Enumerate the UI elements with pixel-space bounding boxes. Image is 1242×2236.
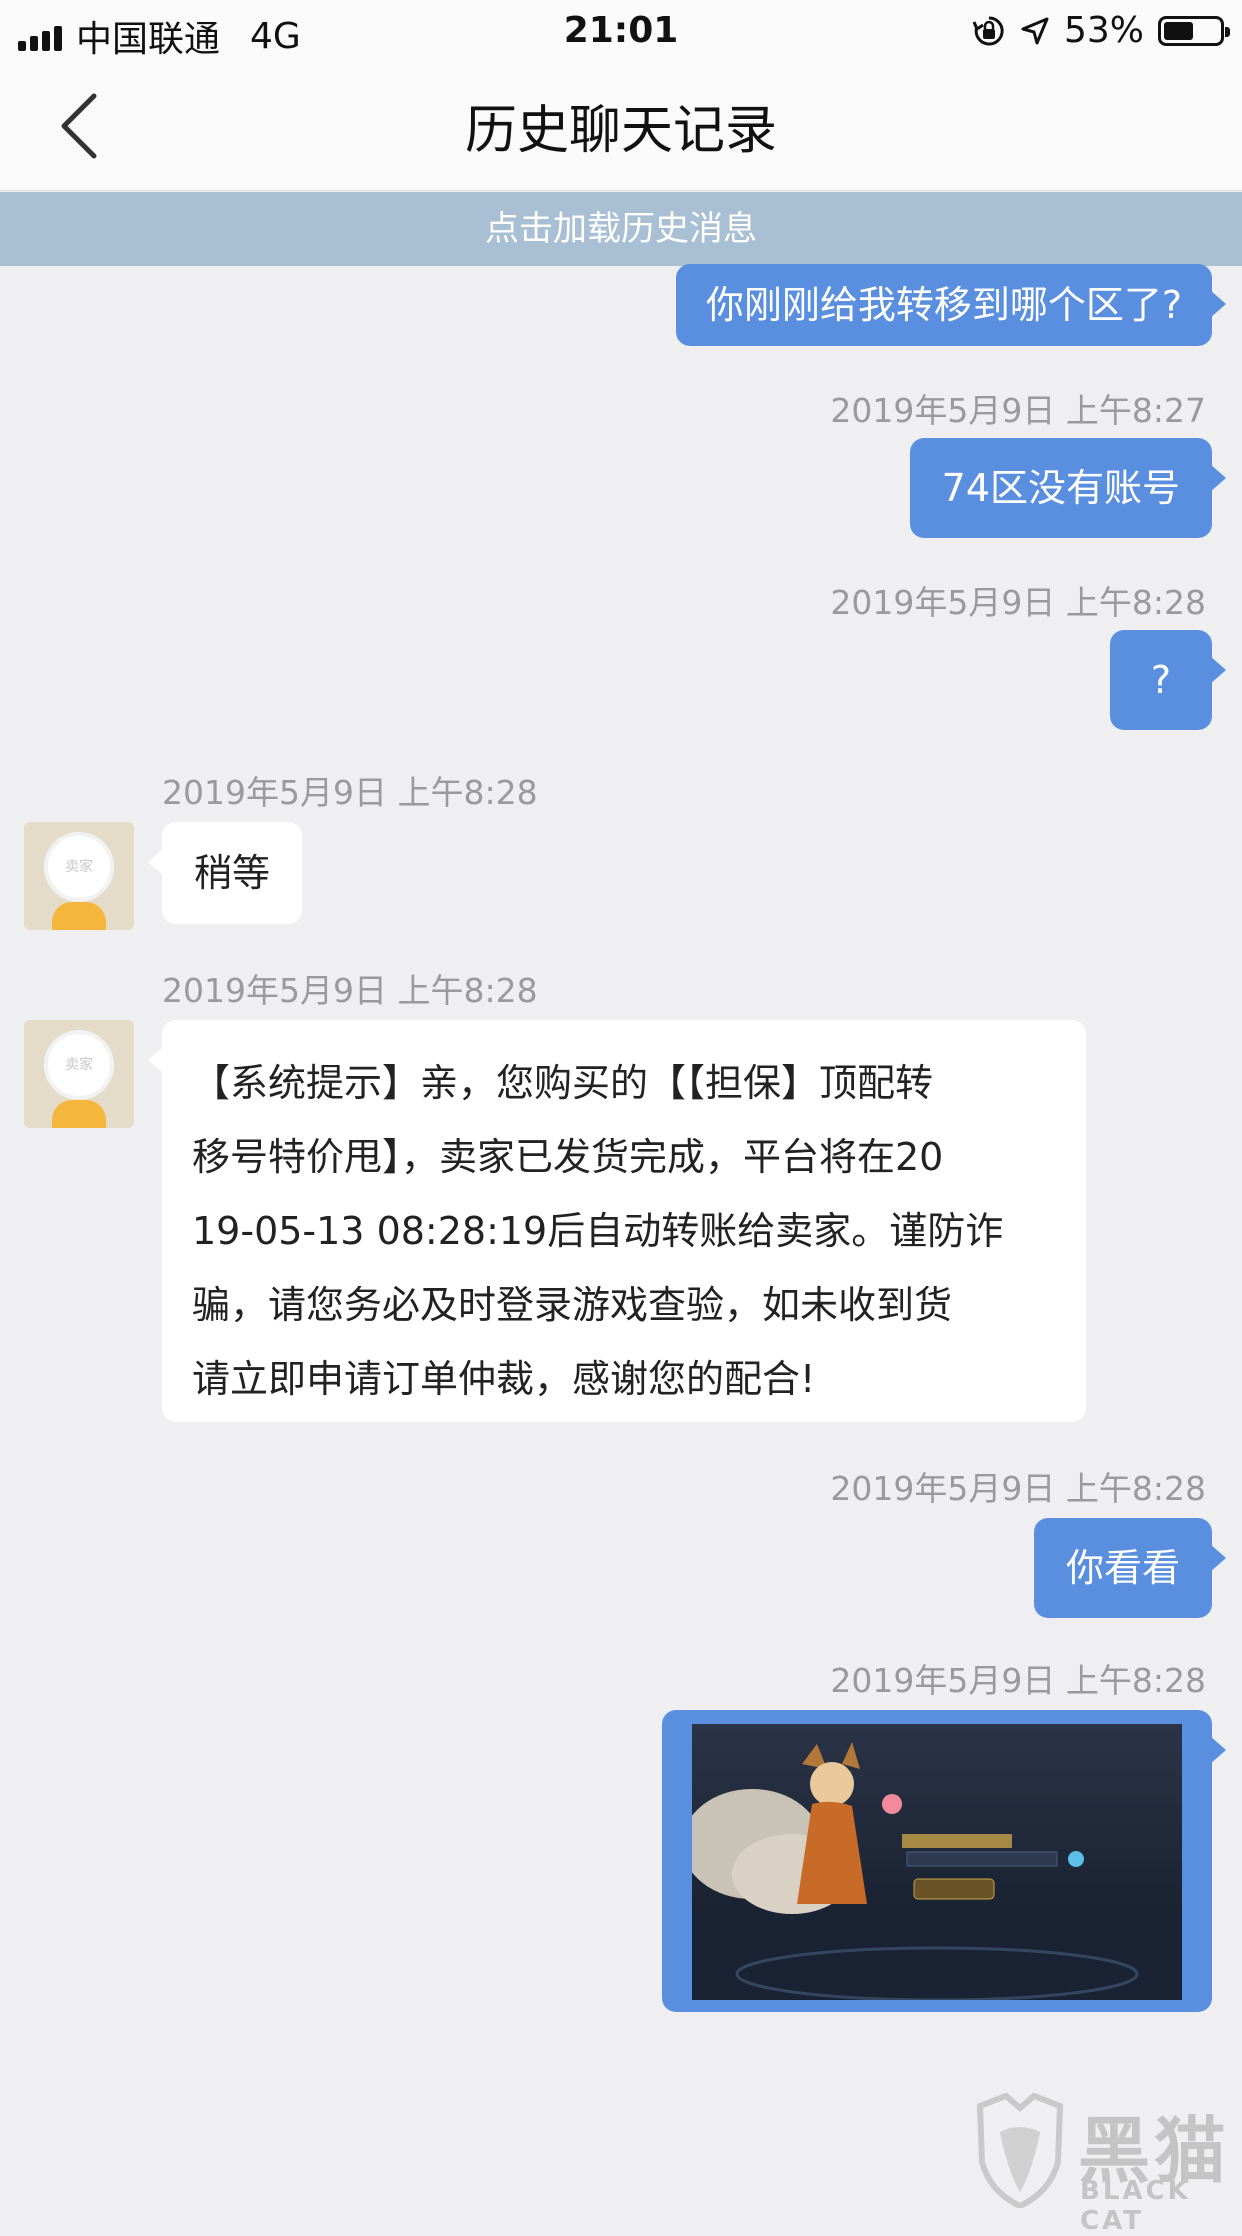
avatar-label: 卖家 [44,1030,114,1100]
message-bubble-outgoing[interactable]: ? [1110,630,1226,730]
watermark-subtext: BLACK CAT [1080,2176,1191,2236]
message-timestamp: 2019年5月9日 上午8:28 [830,583,1206,622]
message-bubble-outgoing[interactable]: 你看看 [1033,1518,1227,1618]
message-line: 19-05-13 08:28:19后自动转账给卖家。谨防诈 [192,1209,1004,1253]
message-timestamp: 2019年5月9日 上午8:27 [830,391,1206,430]
seller-avatar[interactable]: 卖家 [24,1020,134,1128]
rotation-lock-icon [972,15,1004,45]
seller-avatar[interactable]: 卖家 [24,822,134,930]
message-line: 请立即申请订单仲裁，感谢您的配合! [192,1357,816,1401]
game-screenshot-image[interactable] [692,1724,1182,2000]
message-timestamp: 2019年5月9日 上午8:28 [162,773,538,812]
message-line: 骗，请您务必及时登录游戏查验，如未收到货 [192,1283,953,1327]
battery-percent: 53% [1063,10,1144,51]
battery-icon [1158,15,1230,46]
message-line: 【系统提示】亲，您购买的【【担保】顶配转 [192,1061,934,1105]
message-line: 移号特价甩】，卖家已发货完成，平台将在20 [192,1135,944,1179]
message-timestamp: 2019年5月9日 上午8:28 [162,971,538,1010]
message-timestamp: 2019年5月9日 上午8:28 [830,1469,1206,1508]
message-bubble-incoming[interactable]: 【系统提示】亲，您购买的【【担保】顶配转 移号特价甩】，卖家已发货完成，平台将在… [148,1020,1086,1422]
avatar-label: 卖家 [44,832,114,902]
message-text: 你看看 [1065,1546,1180,1590]
message-bubble-outgoing[interactable]: 74区没有账号 [909,438,1227,538]
status-bar: 中国联通 4G 21:01 53% [0,0,1242,62]
black-cat-logo-icon [976,2092,1064,2208]
message-bubble-outgoing[interactable]: 你刚刚给我转移到哪个区了? [675,264,1227,346]
nav-bar: 历史聊天记录 [0,62,1242,191]
page-title: 历史聊天记录 [464,101,777,161]
black-cat-watermark: 黑猫 BLACK CAT [970,2092,1240,2236]
message-text: 74区没有账号 [941,466,1180,510]
message-text: ? [1150,658,1172,702]
load-history-button[interactable]: 点击加载历史消息 [0,192,1242,266]
location-icon [1021,17,1049,44]
message-text: 稍等 [194,851,271,895]
image-message-bubble[interactable] [662,1710,1226,2012]
message-timestamp: 2019年5月9日 上午8:28 [830,1661,1206,1700]
message-text: 你刚刚给我转移到哪个区了? [705,283,1182,327]
message-bubble-incoming[interactable]: 稍等 [147,822,303,924]
